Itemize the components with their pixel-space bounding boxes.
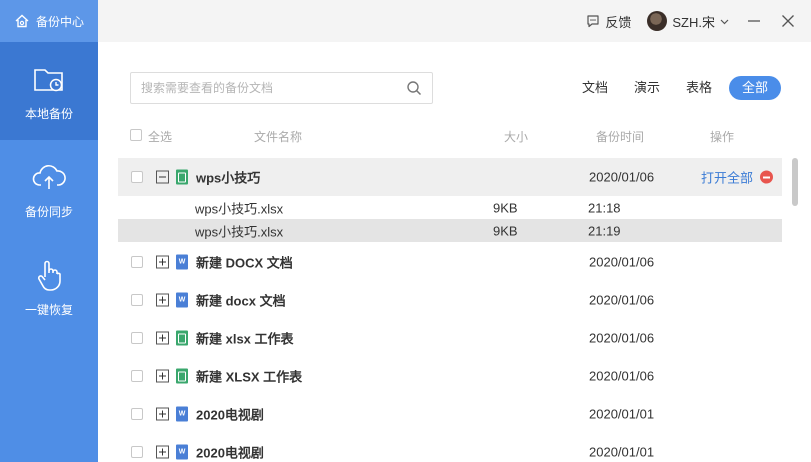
row-checkbox[interactable] — [131, 256, 143, 268]
hand-pointer-icon — [37, 260, 61, 291]
expand-toggle[interactable] — [156, 331, 169, 345]
minimize-button[interactable] — [745, 12, 763, 30]
main-panel: 文档 演示 表格 全部 全选 文件名称 大小 备份时间 操作 wps小技巧 20… — [98, 42, 811, 462]
search-box — [130, 72, 433, 104]
collapse-toggle[interactable] — [156, 170, 169, 184]
xlsx-file-icon — [176, 330, 188, 346]
chevron-down-icon — [720, 19, 729, 24]
backup-date: 2020/01/06 — [589, 169, 655, 185]
group-name: 2020电视剧 — [196, 445, 264, 461]
column-action: 操作 — [710, 130, 735, 144]
docx-file-icon — [176, 254, 188, 270]
backup-date: 2020/01/06 — [589, 368, 655, 384]
minimize-icon — [748, 20, 760, 22]
filter-presentations[interactable]: 演示 — [621, 76, 673, 100]
backup-date: 2020/01/06 — [589, 330, 655, 346]
row-checkbox[interactable] — [131, 294, 143, 306]
title-bar: 反馈 SZH.宋 — [98, 0, 811, 42]
type-filter: 文档 演示 表格 全部 — [569, 76, 781, 100]
app-brand: 备份中心 — [0, 0, 98, 42]
open-all-link[interactable]: 打开全部 — [701, 168, 753, 187]
select-all-checkbox[interactable] — [130, 129, 142, 141]
row-checkbox[interactable] — [131, 408, 143, 420]
filter-all[interactable]: 全部 — [728, 76, 781, 100]
avatar — [647, 11, 668, 31]
group-name: 2020电视剧 — [196, 407, 264, 423]
sidebar: 备份中心 本地备份 备份同步 一键恢复 — [0, 0, 98, 462]
file-size: 9KB — [493, 223, 518, 238]
table-row[interactable]: 2020电视剧 2020/01/01 — [118, 395, 782, 433]
cloud-upload-icon — [32, 164, 66, 189]
table-row[interactable]: 新建 DOCX 文档 2020/01/06 — [118, 243, 782, 281]
row-checkbox[interactable] — [131, 332, 143, 344]
file-name: wps小技巧.xlsx — [195, 224, 284, 239]
row-checkbox[interactable] — [131, 370, 143, 382]
expand-toggle[interactable] — [156, 369, 169, 383]
sidebar-item-label: 备份同步 — [24, 204, 73, 219]
user-menu[interactable]: SZH.宋 — [647, 11, 729, 31]
scrollbar[interactable] — [792, 158, 798, 206]
search-icon[interactable] — [406, 80, 422, 96]
home-cloud-icon — [15, 14, 29, 28]
list-item[interactable]: wps小技巧.xlsx 9KB 21:18 — [118, 196, 782, 219]
backup-time: 21:18 — [588, 200, 621, 215]
backup-date: 2020/01/01 — [589, 406, 655, 422]
app-title: 备份中心 — [36, 14, 85, 29]
filter-docs[interactable]: 文档 — [569, 76, 621, 100]
sidebar-item-backup-sync[interactable]: 备份同步 — [0, 140, 98, 238]
table-header: 全选 文件名称 大小 备份时间 操作 — [130, 128, 790, 148]
backup-time: 21:19 — [588, 223, 621, 238]
search-input[interactable] — [141, 81, 406, 95]
sidebar-item-label: 本地备份 — [24, 106, 73, 121]
list-item[interactable]: wps小技巧.xlsx 9KB 21:19 — [118, 219, 782, 242]
group-name: 新建 XLSX 工作表 — [196, 369, 303, 385]
expand-toggle[interactable] — [156, 255, 169, 269]
sidebar-item-label: 一键恢复 — [24, 302, 73, 317]
group-name: wps小技巧 — [196, 170, 261, 186]
row-checkbox[interactable] — [131, 446, 143, 458]
backup-date: 2020/01/06 — [589, 254, 655, 270]
column-size: 大小 — [504, 130, 529, 144]
file-size: 9KB — [493, 200, 518, 215]
group-name: 新建 docx 文档 — [196, 293, 286, 309]
sidebar-item-one-click-restore[interactable]: 一键恢复 — [0, 238, 98, 336]
file-name: wps小技巧.xlsx — [195, 201, 284, 216]
docx-file-icon — [176, 444, 188, 460]
username: SZH.宋 — [672, 14, 715, 30]
xlsx-file-icon — [176, 368, 188, 384]
row-checkbox[interactable] — [131, 171, 143, 183]
expand-toggle[interactable] — [156, 407, 169, 421]
delete-icon[interactable] — [760, 170, 773, 184]
expand-toggle[interactable] — [156, 445, 169, 459]
filter-spreadsheets[interactable]: 表格 — [673, 76, 725, 100]
table-row[interactable]: 新建 XLSX 工作表 2020/01/06 — [118, 357, 782, 395]
feedback-label: 反馈 — [605, 14, 632, 30]
column-select-all: 全选 — [148, 130, 173, 144]
xlsx-file-icon — [176, 169, 188, 185]
docx-file-icon — [176, 406, 188, 422]
table-row[interactable]: wps小技巧 2020/01/06 打开全部 — [118, 158, 782, 196]
table-row[interactable]: 新建 xlsx 工作表 2020/01/06 — [118, 319, 782, 357]
column-time: 备份时间 — [596, 130, 645, 144]
docx-file-icon — [176, 292, 188, 308]
close-icon — [782, 15, 794, 27]
table-row[interactable]: 2020电视剧 2020/01/01 — [118, 433, 782, 462]
column-name: 文件名称 — [254, 130, 303, 144]
backup-date: 2020/01/01 — [589, 444, 655, 460]
chat-bubble-icon — [587, 15, 599, 28]
backup-date: 2020/01/06 — [589, 292, 655, 308]
group-name: 新建 DOCX 文档 — [196, 255, 293, 271]
folder-clock-icon — [34, 68, 63, 91]
sidebar-item-local-backup[interactable]: 本地备份 — [0, 42, 98, 140]
group-name: 新建 xlsx 工作表 — [196, 331, 294, 347]
close-button[interactable] — [779, 12, 797, 30]
table-row[interactable]: 新建 docx 文档 2020/01/06 — [118, 281, 782, 319]
expand-toggle[interactable] — [156, 293, 169, 307]
feedback-button[interactable]: 反馈 — [586, 12, 631, 31]
